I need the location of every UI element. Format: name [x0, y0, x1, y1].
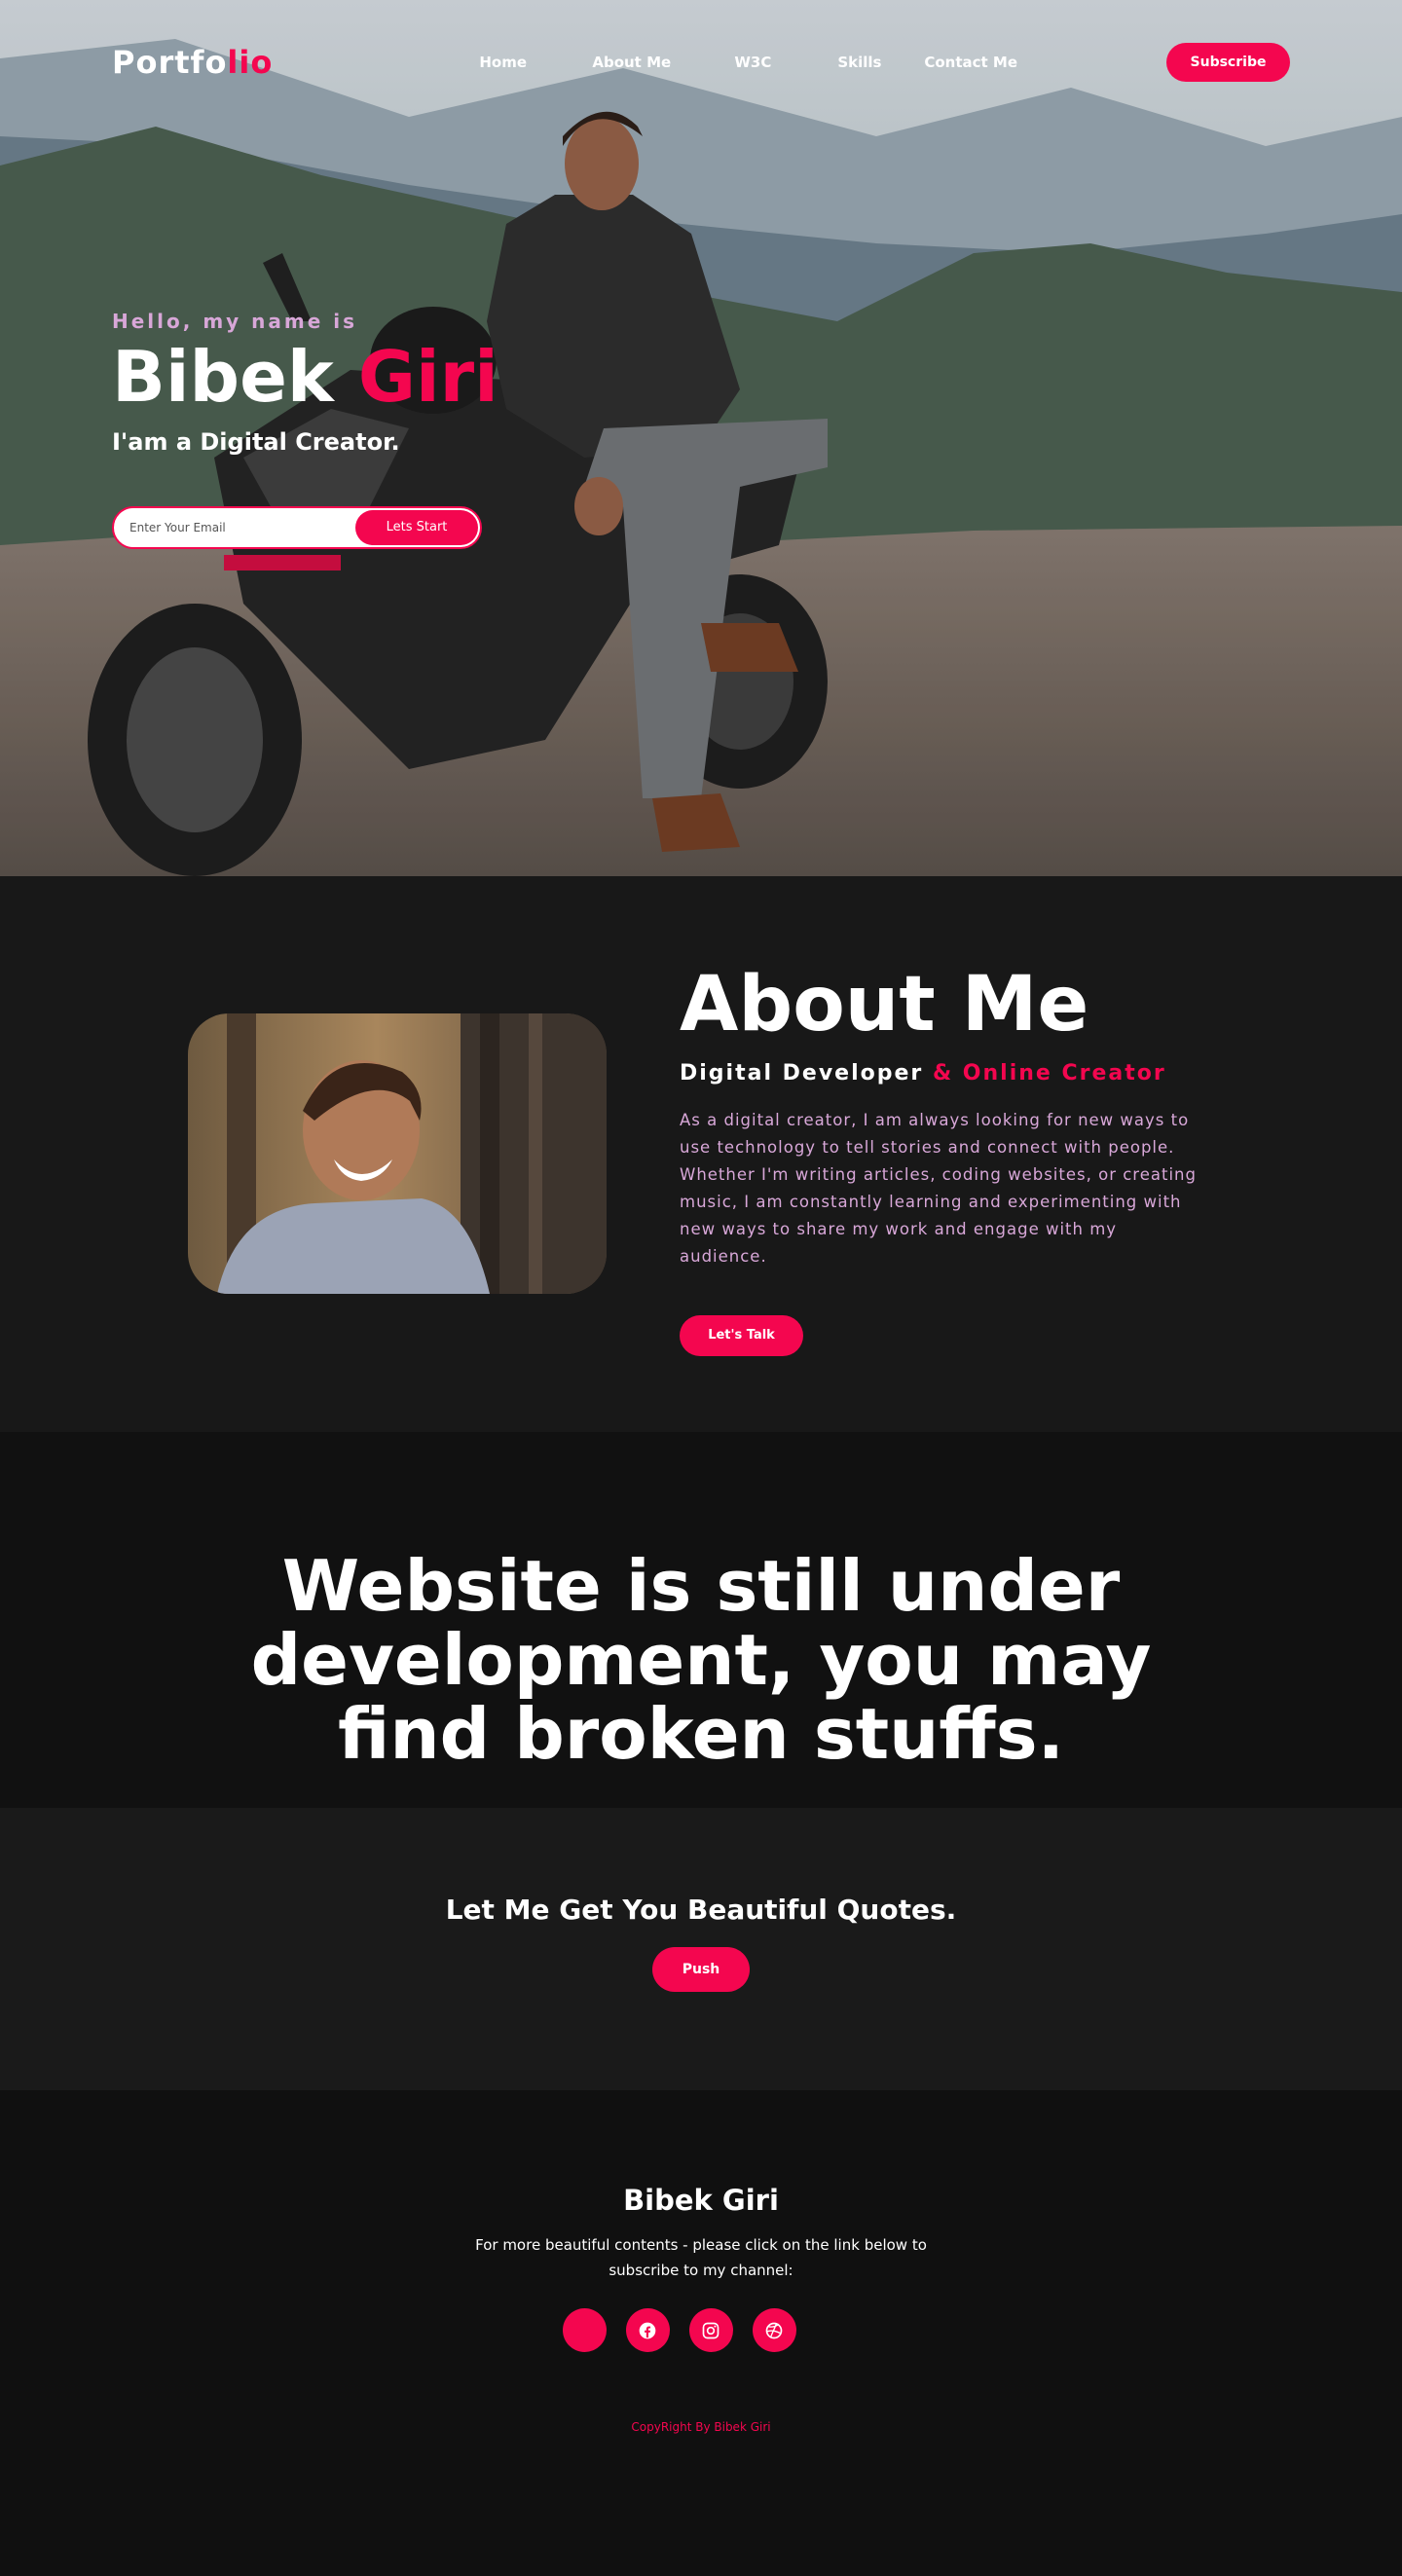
about-body-text: As a digital creator, I am always lookin… [680, 1110, 1197, 1266]
hero-greeting: Hello, my name is [112, 310, 358, 333]
about-portrait-photo [188, 1013, 607, 1294]
development-notice-section: Website is still under development, you … [0, 1432, 1402, 1808]
email-signup-form: Lets Start [112, 505, 482, 549]
hero-section: Portfolio Home About Me W3C Skills Conta… [0, 0, 1402, 876]
hero-last-name: Giri [357, 336, 498, 418]
about-section: About Me Digital Developer & Online Crea… [0, 876, 1402, 1432]
about-content: About Me Digital Developer & Online Crea… [680, 961, 1205, 1356]
hero-name: Bibek Giri [112, 340, 498, 415]
email-input[interactable] [129, 520, 344, 534]
subscribe-button[interactable]: Subscribe [1166, 43, 1290, 82]
logo-text-main: Portfo [112, 44, 228, 81]
hero-intro: Hello, my name is Bibek Giri I'am a Digi… [112, 310, 498, 549]
nav-link-w3c[interactable]: W3C [734, 54, 823, 71]
nav-links: Home About Me W3C Skills Contact Me [479, 54, 1036, 71]
logo-text-accent: lio [227, 44, 274, 81]
lets-talk-button[interactable]: Let's Talk [680, 1314, 803, 1356]
about-subtitle-accent: & Online Creator [932, 1060, 1166, 1086]
footer-description: For more beautiful contents - please cli… [475, 2236, 927, 2279]
about-subtitle-main: Digital Developer [680, 1060, 924, 1086]
social-links [0, 2308, 1402, 2352]
lets-start-button[interactable]: Lets Start [355, 509, 478, 545]
nav-link-about-me[interactable]: About Me [592, 54, 719, 71]
development-notice-heading: Website is still under development, you … [250, 1545, 1152, 1775]
nav-link-skills[interactable]: Skills [837, 54, 909, 71]
hero-first-name: Bibek [112, 336, 334, 418]
about-title: About Me [680, 961, 1089, 1049]
about-subtitle: Digital Developer & Online Creator [680, 1061, 1205, 1086]
instagram-icon[interactable] [688, 2308, 733, 2352]
nav-link-contact-me[interactable]: Contact Me [924, 54, 1021, 71]
quotes-heading: Let Me Get You Beautiful Quotes. [445, 1894, 957, 1926]
footer: Bibek Giri For more beautiful contents -… [0, 2090, 1402, 2576]
push-button[interactable]: Push [652, 1947, 750, 1992]
hero-tagline: I'am a Digital Creator. [112, 427, 400, 456]
blank-social-icon[interactable] [562, 2308, 607, 2352]
quotes-section: Let Me Get You Beautiful Quotes. Push [0, 1808, 1402, 2090]
footer-name: Bibek Giri [623, 2184, 779, 2217]
nav-link-home[interactable]: Home [479, 54, 577, 71]
site-logo[interactable]: Portfolio [112, 44, 273, 81]
copyright-text: CopyRight By Bibek Giri [631, 2420, 771, 2434]
portrait-image [188, 1013, 607, 1294]
dribbble-icon[interactable] [752, 2308, 796, 2352]
facebook-icon[interactable] [625, 2308, 670, 2352]
top-navigation: Portfolio Home About Me W3C Skills Conta… [0, 0, 1402, 125]
